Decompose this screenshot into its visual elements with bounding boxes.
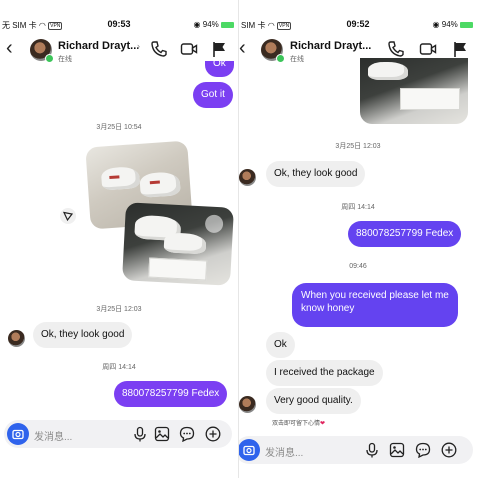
phone-icon[interactable] (387, 40, 405, 58)
camera-icon (12, 429, 24, 440)
microphone-icon[interactable] (132, 426, 148, 442)
chevron-right-icon[interactable]: › (137, 41, 140, 51)
status-bar: SIM 卡 ◠ VPN 09:52 ◉ 94% (239, 14, 477, 34)
sender-avatar[interactable] (239, 396, 256, 413)
heart-icon: ❤ (320, 421, 326, 427)
message-line: know honey (301, 303, 355, 314)
message-composer[interactable]: 发消息... (4, 420, 232, 448)
message-bubble-tracking[interactable]: 880078257799 Fedex (114, 381, 228, 407)
share-icon[interactable] (60, 208, 76, 224)
timestamp: 3月25日 12:03 (96, 306, 142, 313)
flag-icon[interactable] (451, 40, 469, 58)
shoe-photo[interactable] (360, 58, 468, 124)
gallery-icon[interactable] (154, 426, 170, 442)
camera-icon (243, 445, 255, 456)
sender-avatar[interactable] (239, 169, 256, 186)
timestamp: 周四 14:14 (341, 204, 375, 211)
gallery-icon[interactable] (389, 442, 405, 458)
timestamp: 3月25日 10:54 (96, 124, 142, 131)
shoe-photo-2[interactable] (122, 202, 234, 286)
message-input-placeholder[interactable]: 发消息... (34, 428, 72, 443)
message-line: When you received please let me (301, 290, 449, 301)
message-bubble-received-request[interactable]: When you received please let me know hon… (292, 283, 458, 327)
battery-icon (460, 21, 473, 28)
message-bubble-tracking[interactable]: 880078257799 Fedex (348, 221, 462, 247)
timestamp: 09:46 (349, 263, 367, 270)
message-bubble-partial[interactable]: Ok (205, 59, 234, 77)
message-bubble-look-good[interactable]: Ok, they look good (33, 322, 133, 348)
battery-info: ◉ 94% (433, 20, 473, 29)
sticker-icon[interactable] (415, 442, 431, 458)
video-icon[interactable] (419, 40, 437, 58)
contact-status: 在线 (58, 56, 72, 63)
microphone-icon[interactable] (364, 442, 380, 458)
online-indicator (45, 54, 54, 63)
sticker-icon[interactable] (179, 426, 195, 442)
video-icon[interactable] (180, 40, 198, 58)
back-arrow-icon[interactable]: ‹ (239, 38, 246, 58)
message-bubble-ok[interactable]: Ok (266, 332, 295, 358)
flag-icon[interactable] (210, 40, 228, 58)
plus-circle-icon[interactable] (205, 426, 221, 442)
chat-header: ‹ Richard Drayt... › 在线 (0, 34, 238, 66)
sender-avatar[interactable] (8, 330, 25, 347)
message-bubble-quality[interactable]: Very good quality. (266, 388, 361, 414)
phone-icon[interactable] (150, 40, 168, 58)
message-bubble-look-good[interactable]: Ok, they look good (266, 161, 366, 187)
back-arrow-icon[interactable]: ‹ (6, 38, 13, 58)
contact-name[interactable]: Richard Drayt... (58, 40, 139, 52)
timestamp: 周四 14:14 (102, 364, 136, 371)
message-bubble-package[interactable]: I received the package (266, 360, 383, 386)
play-icon[interactable] (204, 214, 224, 234)
timestamp: 3月25日 12:03 (335, 143, 381, 150)
status-bar: 无 SIM 卡 ◠ VPN 09:53 ◉ 94% (0, 14, 238, 34)
right-screen: SIM 卡 ◠ VPN 09:52 ◉ 94% ‹ Richard Drayt.… (239, 0, 477, 478)
battery-icon (221, 21, 234, 28)
message-input-placeholder[interactable]: 发消息... (265, 444, 303, 459)
camera-button[interactable] (239, 439, 260, 461)
plus-circle-icon[interactable] (441, 442, 457, 458)
battery-info: ◉ 94% (194, 20, 234, 29)
message-bubble-got-it[interactable]: Got it (193, 82, 233, 108)
left-screen: 无 SIM 卡 ◠ VPN 09:53 ◉ 94% ‹ Richard Dray… (0, 0, 238, 478)
camera-button[interactable] (7, 423, 29, 445)
online-indicator (276, 54, 285, 63)
contact-status: 在线 (290, 56, 304, 63)
reaction-hint: 双击即可留下心情❤ (272, 421, 326, 427)
message-composer[interactable]: 发消息... (239, 436, 473, 464)
contact-name[interactable]: Richard Drayt... (290, 40, 371, 52)
